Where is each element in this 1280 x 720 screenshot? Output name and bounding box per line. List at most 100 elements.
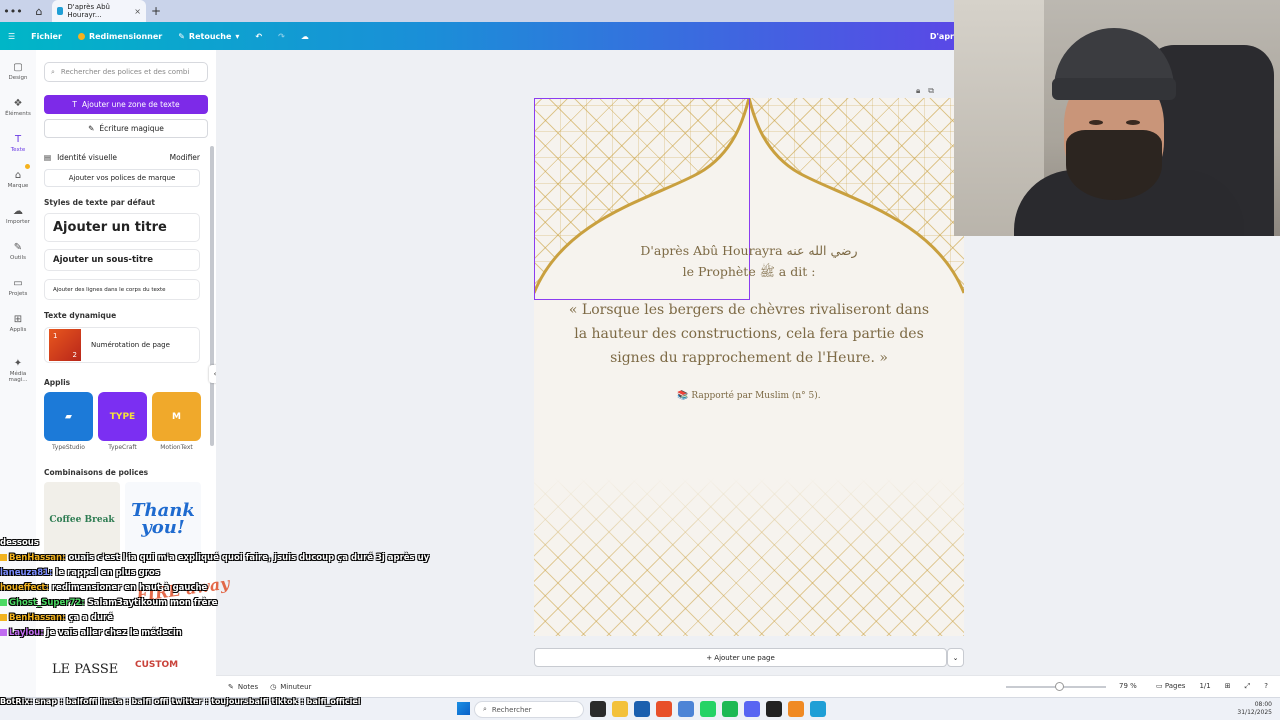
redo-button[interactable]: ↷	[270, 22, 293, 50]
zoom-value[interactable]: 79 %	[1119, 682, 1137, 690]
rail-item-apps[interactable]: ⊞ Applis	[0, 314, 36, 333]
page-controls: ▭ Pages 1/1 ⊞ ⤢ ?	[1156, 682, 1268, 691]
geometric-pattern-bottom	[534, 478, 964, 636]
browser-tab[interactable]: D'après Abû Hourayr... ×	[52, 0, 146, 22]
duplicate-icon[interactable]: ⧉	[928, 86, 934, 96]
hamburger-icon: ☰	[8, 31, 16, 41]
retouch-button[interactable]: ✎ Retouche ▾	[170, 22, 247, 50]
tray-time: 08:00	[1254, 701, 1272, 708]
help-icon[interactable]: ?	[1264, 682, 1268, 691]
panel-scrollbar[interactable]	[210, 146, 214, 446]
chat-message: Laylou: je vais aller chez le médecin	[0, 628, 340, 639]
rail-label: Design	[8, 75, 28, 81]
discord-icon[interactable]	[744, 701, 760, 717]
save-status-button[interactable]: ☁	[293, 22, 317, 50]
magic-write-button[interactable]: ✎ Écriture magique	[44, 119, 208, 138]
rail-item-elements[interactable]: ❖ Éléments	[0, 98, 36, 117]
store-icon[interactable]	[634, 701, 650, 717]
notification-dot	[25, 164, 30, 169]
pages-label: Pages	[1164, 682, 1186, 690]
add-body-card[interactable]: Ajouter des lignes dans le corps du text…	[44, 279, 200, 300]
pencil-icon: ✎	[178, 31, 185, 41]
whatsapp-icon[interactable]	[700, 701, 716, 717]
brave-browser-icon[interactable]	[656, 701, 672, 717]
design-page[interactable]: D'après Abû Hourayra رضي الله عنه le Pro…	[534, 98, 964, 636]
chat-message: dessous	[0, 538, 340, 549]
tab-close-icon[interactable]: ×	[134, 7, 141, 16]
grid-view-icon[interactable]: ⊞	[1225, 682, 1231, 691]
add-page-button[interactable]: + Ajouter une page	[534, 648, 947, 667]
main-menu-button[interactable]: ☰	[0, 22, 23, 50]
crown-icon	[77, 32, 85, 40]
redo-icon: ↷	[278, 31, 285, 41]
font-combos-heading: Combinaisons de polices	[44, 468, 149, 477]
font-search-input[interactable]: ⌕ Rechercher des polices et des combi	[44, 62, 208, 82]
chat-text: Salam3aytikoum mon frère	[87, 598, 218, 608]
cloud-upload-icon: ☁	[13, 206, 23, 217]
webcam-overlay	[954, 0, 1280, 236]
fullscreen-icon[interactable]: ⤢	[1245, 682, 1251, 691]
visual-identity-label: Identité visuelle	[57, 153, 117, 162]
app-label: TypeStudio	[52, 444, 85, 451]
add-brand-fonts-button[interactable]: Ajouter vos polices de marque	[44, 169, 200, 187]
search-placeholder: Rechercher des polices et des combi	[60, 68, 190, 76]
rail-item-tools[interactable]: ✎ Outils	[0, 242, 36, 261]
add-subtitle-card[interactable]: Ajouter un sous-titre	[44, 249, 200, 271]
rail-label: Texte	[10, 147, 26, 153]
canva-icon[interactable]	[810, 701, 826, 717]
resize-label: Redimensionner	[88, 31, 163, 41]
page-numbering-card[interactable]: 12 Numérotation de page	[44, 327, 200, 363]
system-tray-clock[interactable]: 08:00 31/12/2025	[1180, 701, 1272, 717]
elements-icon: ❖	[13, 98, 23, 109]
rail-item-uploads[interactable]: ☁ Importer	[0, 206, 36, 225]
undo-button[interactable]: ↶	[247, 22, 270, 50]
magic-write-label: Écriture magique	[99, 124, 164, 133]
add-text-box-button[interactable]: T Ajouter une zone de texte	[44, 95, 208, 114]
windows-start-icon[interactable]	[457, 702, 470, 715]
magic-media-icon: ✦	[13, 358, 23, 369]
page-count: 1/1	[1199, 682, 1211, 690]
modify-link[interactable]: Modifier	[170, 153, 200, 162]
app-icon[interactable]	[788, 701, 804, 717]
chevron-down-icon: ▾	[235, 31, 240, 41]
app-label: TypeCraft	[108, 444, 137, 451]
hadith-quote[interactable]: « Lorsque les bergers de chèvres rivalis…	[534, 298, 964, 370]
add-page-options-button[interactable]: ⌄	[947, 648, 964, 667]
rail-item-projects[interactable]: ▭ Projets	[0, 278, 36, 297]
app-motiontext[interactable]: M MotionText	[152, 392, 201, 451]
app-label: MotionText	[160, 444, 193, 451]
rail-item-magic-media[interactable]: ✦ Média magi...	[0, 358, 36, 383]
taskbar-search-input[interactable]: ⌕ Rechercher	[474, 701, 584, 718]
rail-label: Projets	[8, 291, 28, 297]
home-icon[interactable]: ⌂	[26, 5, 52, 18]
cloud-check-icon: ☁	[300, 31, 309, 41]
lock-icon[interactable]: 🔒︎	[916, 86, 920, 96]
browser-icon[interactable]	[678, 701, 694, 717]
dynamic-text-heading: Texte dynamique	[44, 311, 117, 320]
rail-item-text[interactable]: T Texte	[0, 134, 36, 153]
pages-button[interactable]: ▭ Pages	[1156, 682, 1185, 691]
file-menu-button[interactable]: Fichier	[23, 22, 70, 50]
rail-label: Éléments	[5, 111, 31, 117]
resize-button[interactable]: Redimensionner	[70, 22, 170, 50]
custom-graphic: CUSTOM	[135, 660, 179, 670]
timer-button[interactable]: ◷ Minuteur	[264, 683, 317, 691]
hadith-reference[interactable]: 📚 Rapporté par Muslim (n° 5).	[534, 391, 964, 401]
browser-menu-icon[interactable]: •••	[0, 5, 26, 18]
app-typecraft[interactable]: TYPE TypeCraft	[98, 392, 147, 451]
zoom-slider-handle[interactable]	[1055, 682, 1064, 691]
taskview-icon[interactable]	[590, 701, 606, 717]
app-icon[interactable]	[766, 701, 782, 717]
tray-date: 31/12/2025	[1237, 709, 1272, 716]
hadith-heading[interactable]: D'après Abû Hourayra رضي الله عنه le Pro…	[534, 240, 964, 282]
add-title-card[interactable]: Ajouter un titre	[44, 213, 200, 242]
streamer-beard	[1066, 130, 1162, 200]
new-tab-button[interactable]: +	[146, 4, 166, 18]
rail-item-design[interactable]: ▢ Design	[0, 62, 36, 81]
chat-user: houeffect:	[0, 583, 49, 593]
notes-button[interactable]: ✎ Notes	[222, 683, 264, 691]
rail-item-brand[interactable]: ⌂ Marque	[0, 170, 36, 189]
app-typestudio[interactable]: ▰ TypeStudio	[44, 392, 93, 451]
file-explorer-icon[interactable]	[612, 701, 628, 717]
spotify-icon[interactable]	[722, 701, 738, 717]
